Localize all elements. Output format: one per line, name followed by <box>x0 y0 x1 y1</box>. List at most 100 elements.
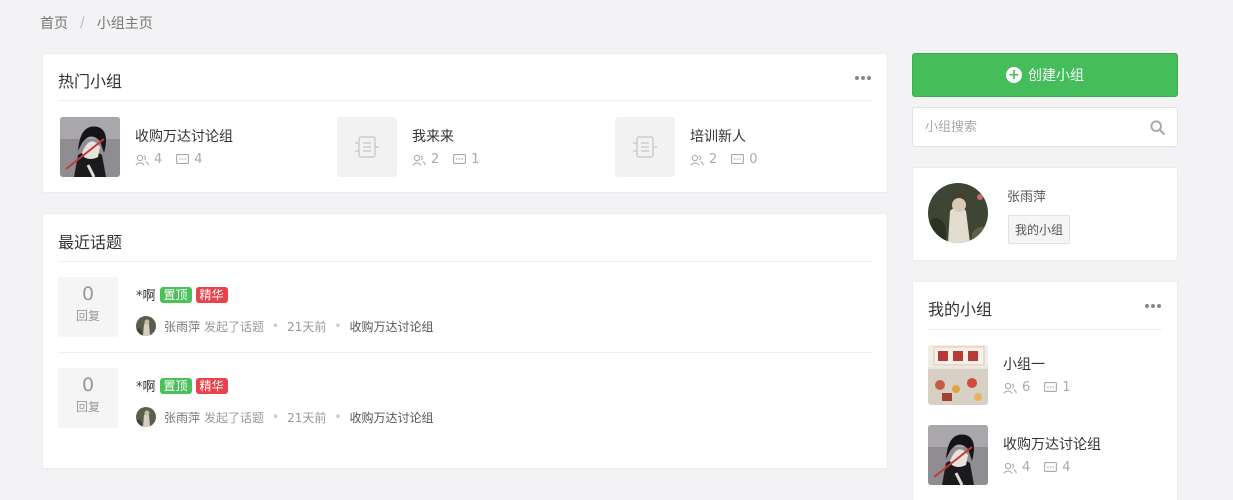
search-icon[interactable] <box>1150 120 1165 135</box>
author-avatar[interactable] <box>136 407 156 427</box>
group-stats: 4 4 <box>1003 460 1085 475</box>
group-placeholder-icon <box>355 136 379 158</box>
topic-item[interactable]: 0 回复 *啊 置顶 精华 张雨萍 发起了话题 • 21天前 • 收购万达讨论组 <box>58 353 872 444</box>
group-stats: 2 1 <box>412 152 494 167</box>
card-divider <box>58 100 872 101</box>
topic-item[interactable]: 0 回复 *啊 置顶 精华 张雨萍 发起了话题 • 21天前 • 收购万达讨论组 <box>58 262 872 353</box>
group-name[interactable]: 小组一 <box>1003 354 1045 374</box>
meta-dot: • <box>272 319 280 333</box>
members-count: 6 <box>1022 380 1031 395</box>
topic-group-link[interactable]: 收购万达讨论组 <box>349 318 433 335</box>
topics-count: 1 <box>471 152 480 167</box>
my-groups-card: 我的小组 小组一 6 1 收购万达讨论组 4 4 <box>912 281 1178 500</box>
group-thumbnail-placeholder[interactable] <box>615 117 675 177</box>
topic-title-link[interactable]: *啊 <box>136 285 156 304</box>
topic-title-row: *啊 置顶 精华 <box>136 376 228 395</box>
topics-count: 4 <box>194 152 203 167</box>
group-thumbnail-placeholder[interactable] <box>337 117 397 177</box>
my-group-item[interactable]: 小组一 6 1 <box>928 345 1168 405</box>
featured-badge: 精华 <box>195 377 228 394</box>
topic-meta: 张雨萍 发起了话题 • 21天前 • 收购万达讨论组 <box>136 316 433 336</box>
user-name[interactable]: 张雨萍 <box>1007 186 1046 205</box>
members-stat: 2 <box>690 152 717 167</box>
group-thumbnail-anime[interactable] <box>928 425 988 485</box>
more-options-icon[interactable] <box>1145 304 1161 308</box>
topic-action: 发起了话题 <box>204 319 265 334</box>
group-name[interactable]: 收购万达讨论组 <box>1003 434 1101 454</box>
group-search-input[interactable] <box>925 108 1145 146</box>
pinned-badge: 置顶 <box>159 286 192 303</box>
members-count: 2 <box>431 152 440 167</box>
comment-icon <box>453 153 467 164</box>
reply-count-box: 0 回复 <box>58 277 118 337</box>
author-photo-icon <box>136 316 156 336</box>
group-thumbnail-storefront[interactable] <box>928 345 988 405</box>
featured-badge: 精华 <box>195 286 228 303</box>
members-icon <box>135 154 149 166</box>
reply-label: 回复 <box>75 400 100 414</box>
topic-time: 21天前 <box>287 319 327 334</box>
recent-topics-title: 最近话题 <box>58 233 123 252</box>
reply-count: 0 <box>81 374 95 396</box>
author-name[interactable]: 张雨萍 <box>164 318 200 335</box>
members-icon <box>1003 382 1017 394</box>
reply-count-box: 0 回复 <box>58 368 118 428</box>
members-stat: 6 <box>1003 380 1030 395</box>
topic-title-link[interactable]: *啊 <box>136 376 156 395</box>
create-group-label: 创建小组 <box>1028 68 1084 84</box>
card-divider <box>928 329 1162 330</box>
meta-dot: • <box>334 319 342 333</box>
comment-icon <box>176 153 190 164</box>
group-search-box <box>912 107 1178 147</box>
topics-stat: 4 <box>176 152 203 167</box>
group-stats: 4 4 <box>135 152 217 167</box>
topics-stat: 1 <box>1044 380 1071 395</box>
members-icon <box>412 154 426 166</box>
meta-dot: • <box>334 410 342 424</box>
user-profile-card: 张雨萍 我的小组 <box>912 167 1178 261</box>
my-group-item[interactable]: 收购万达讨论组 4 4 <box>928 425 1168 485</box>
storefront-sign-icon <box>928 345 988 405</box>
user-avatar[interactable] <box>928 183 988 243</box>
group-name[interactable]: 培训新人 <box>690 126 746 146</box>
members-stat: 4 <box>135 152 162 167</box>
reply-label: 回复 <box>75 309 100 323</box>
user-photo-icon <box>928 183 988 243</box>
my-groups-title: 我的小组 <box>928 300 993 319</box>
members-icon <box>1003 462 1017 474</box>
pinned-badge: 置顶 <box>159 377 192 394</box>
group-thumbnail-anime[interactable] <box>60 117 120 177</box>
create-group-button[interactable]: + 创建小组 <box>912 53 1178 97</box>
topic-title-row: *啊 置顶 精华 <box>136 285 228 304</box>
hot-group-item[interactable]: 培训新人 2 0 <box>615 117 875 177</box>
members-icon <box>690 154 704 166</box>
recent-topics-card: 最近话题 0 回复 *啊 置顶 精华 张雨萍 发起了话题 • 21天前 • 收购… <box>42 213 888 469</box>
topics-count: 4 <box>1062 460 1071 475</box>
members-stat: 2 <box>412 152 439 167</box>
author-photo-icon <box>136 407 156 427</box>
hot-group-item[interactable]: 我来来 2 1 <box>337 117 597 177</box>
topics-stat: 4 <box>1044 460 1071 475</box>
topic-meta: 张雨萍 发起了话题 • 21天前 • 收购万达讨论组 <box>136 407 433 427</box>
group-name[interactable]: 收购万达讨论组 <box>135 126 233 146</box>
topics-stat: 1 <box>453 152 480 167</box>
my-groups-button[interactable]: 我的小组 <box>1008 215 1071 244</box>
author-name[interactable]: 张雨萍 <box>164 409 200 426</box>
anime-character-icon <box>60 117 120 177</box>
members-stat: 4 <box>1003 460 1030 475</box>
comment-icon <box>1044 461 1058 472</box>
group-placeholder-icon <box>633 136 657 158</box>
hot-group-item[interactable]: 收购万达讨论组 4 4 <box>60 117 320 177</box>
breadcrumb-home-link[interactable]: 首页 <box>40 13 68 33</box>
hot-groups-title: 热门小组 <box>58 72 123 91</box>
group-stats: 6 1 <box>1003 380 1085 395</box>
group-stats: 2 0 <box>690 152 772 167</box>
breadcrumb-separator: / <box>80 15 85 31</box>
topic-group-link[interactable]: 收购万达讨论组 <box>349 409 433 426</box>
hot-groups-card: 热门小组 收购万达讨论组 4 4 我来来 2 1 培训新人 2 0 <box>42 53 888 193</box>
reply-count: 0 <box>81 283 95 305</box>
more-options-icon[interactable] <box>855 76 871 80</box>
group-name[interactable]: 我来来 <box>412 126 454 146</box>
comment-icon <box>1044 381 1058 392</box>
author-avatar[interactable] <box>136 316 156 336</box>
